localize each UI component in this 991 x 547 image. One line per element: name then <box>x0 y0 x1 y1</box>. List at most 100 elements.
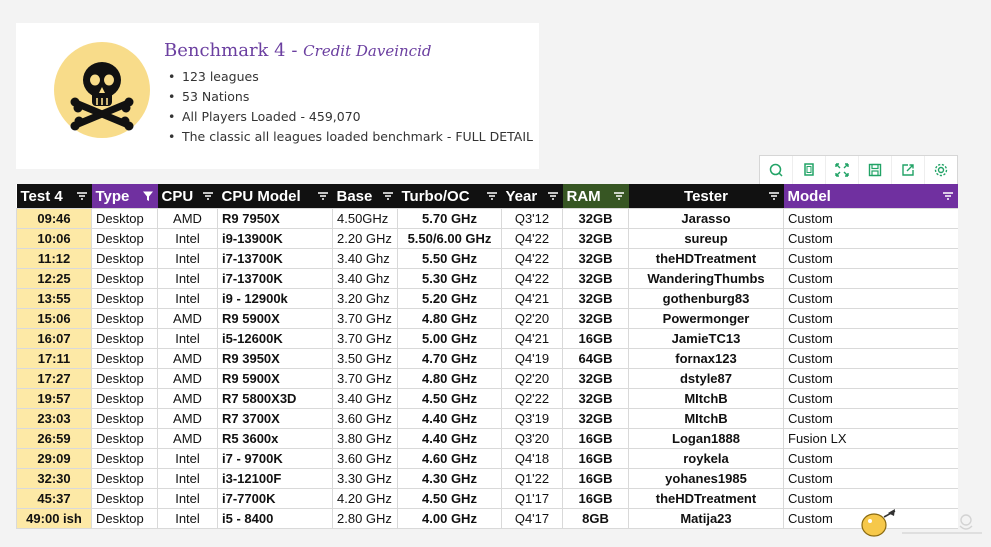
cell-time[interactable]: 17:27 <box>16 368 92 389</box>
cell-year[interactable]: Q4'22 <box>501 228 563 249</box>
cell-type[interactable]: Desktop <box>91 248 158 269</box>
cell-ram[interactable]: 16GB <box>562 448 629 469</box>
cell-tester[interactable]: theHDTreatment <box>628 248 784 269</box>
cell-type[interactable]: Desktop <box>91 468 158 489</box>
cell-turbo-oc[interactable]: 4.00 GHz <box>397 508 502 529</box>
header-ram[interactable]: RAM <box>562 184 629 209</box>
cell-year[interactable]: Q4'21 <box>501 288 563 309</box>
cell-cpu[interactable]: AMD <box>157 208 218 229</box>
share-button[interactable] <box>892 156 925 184</box>
table-row[interactable]: 23:03 Desktop AMD R7 3700X 3.60 GHz 4.40 GHz Q… <box>16 408 958 429</box>
cell-base[interactable]: 3.70 GHz <box>332 308 398 329</box>
cell-model[interactable]: Custom <box>783 348 958 369</box>
cell-tester[interactable]: Jarasso <box>628 208 784 229</box>
table-row[interactable]: 15:06 Desktop AMD R9 5900X 3.70 GHz 4.80 GHz Q… <box>16 308 958 329</box>
cell-cpu[interactable]: Intel <box>157 328 218 349</box>
cell-cpu-model[interactable]: R5 3600x <box>217 428 333 449</box>
table-row[interactable]: 17:11 Desktop AMD R9 3950X 3.50 GHz 4.70 GHz Q… <box>16 348 958 369</box>
cell-type[interactable]: Desktop <box>91 388 158 409</box>
cell-turbo-oc[interactable]: 4.50 GHz <box>397 488 502 509</box>
cell-year[interactable]: Q2'20 <box>501 368 563 389</box>
cell-model[interactable]: Custom <box>783 388 958 409</box>
cell-year[interactable]: Q4'22 <box>501 248 563 269</box>
cell-base[interactable]: 3.70 GHz <box>332 368 398 389</box>
cell-ram[interactable]: 32GB <box>562 408 629 429</box>
settings-button[interactable] <box>925 156 957 184</box>
table-row[interactable]: 26:59 Desktop AMD R5 3600x 3.80 GHz 4.40 GHz Q… <box>16 428 958 449</box>
cell-tester[interactable]: MItchB <box>628 388 784 409</box>
cell-cpu-model[interactable]: R7 5800X3D <box>217 388 333 409</box>
cell-ram[interactable]: 16GB <box>562 428 629 449</box>
cell-type[interactable]: Desktop <box>91 448 158 469</box>
cell-turbo-oc[interactable]: 5.50/6.00 GHz <box>397 228 502 249</box>
cell-turbo-oc[interactable]: 5.30 GHz <box>397 268 502 289</box>
cell-cpu-model[interactable]: i7-7700K <box>217 488 333 509</box>
filter-dropdown-icon[interactable] <box>613 190 625 202</box>
cell-cpu-model[interactable]: R9 5900X <box>217 368 333 389</box>
cell-turbo-oc[interactable]: 5.50 GHz <box>397 248 502 269</box>
cell-base[interactable]: 3.20 Ghz <box>332 288 398 309</box>
table-row[interactable]: 10:06 Desktop Intel i9-13900K 2.20 GHz 5.50/6… <box>16 228 958 249</box>
cell-cpu-model[interactable]: R9 3950X <box>217 348 333 369</box>
cell-time[interactable]: 11:12 <box>16 248 92 269</box>
cell-model[interactable]: Custom <box>783 368 958 389</box>
cell-time[interactable]: 12:25 <box>16 268 92 289</box>
cell-cpu-model[interactable]: i9 - 12900k <box>217 288 333 309</box>
table-row[interactable]: 45:37 Desktop Intel i7-7700K 4.20 GHz 4.50 GH… <box>16 488 958 509</box>
cell-year[interactable]: Q1'17 <box>501 488 563 509</box>
header-turbo-oc[interactable]: Turbo/OC <box>397 184 502 209</box>
filter-dropdown-icon[interactable] <box>202 190 214 202</box>
cell-turbo-oc[interactable]: 4.30 GHz <box>397 468 502 489</box>
cell-model[interactable]: Custom <box>783 308 958 329</box>
cell-type[interactable]: Desktop <box>91 288 158 309</box>
cell-ram[interactable]: 32GB <box>562 228 629 249</box>
cell-tester[interactable]: sureup <box>628 228 784 249</box>
header-tester[interactable]: Tester <box>628 184 784 209</box>
cell-type[interactable]: Desktop <box>91 268 158 289</box>
table-row[interactable]: 11:12 Desktop Intel i7-13700K 3.40 Ghz 5.50 G… <box>16 248 958 269</box>
cell-year[interactable]: Q4'21 <box>501 328 563 349</box>
cell-tester[interactable]: fornax123 <box>628 348 784 369</box>
cell-base[interactable]: 3.60 GHz <box>332 448 398 469</box>
cell-turbo-oc[interactable]: 4.40 GHz <box>397 428 502 449</box>
cell-ram[interactable]: 8GB <box>562 508 629 529</box>
expand-button[interactable] <box>826 156 859 184</box>
cell-base[interactable]: 3.40 GHz <box>332 388 398 409</box>
cell-model[interactable]: Custom <box>783 208 958 229</box>
cell-year[interactable]: Q4'17 <box>501 508 563 529</box>
header-type[interactable]: Type <box>91 184 158 209</box>
cell-time[interactable]: 16:07 <box>16 328 92 349</box>
cell-cpu[interactable]: Intel <box>157 268 218 289</box>
cell-ram[interactable]: 32GB <box>562 288 629 309</box>
cell-type[interactable]: Desktop <box>91 368 158 389</box>
cell-model[interactable]: Custom <box>783 228 958 249</box>
cell-tester[interactable]: dstyle87 <box>628 368 784 389</box>
cell-model[interactable]: Custom <box>783 408 958 429</box>
cell-year[interactable]: Q4'22 <box>501 268 563 289</box>
header-test4[interactable]: Test 4 <box>16 184 92 209</box>
cell-cpu-model[interactable]: i3-12100F <box>217 468 333 489</box>
cell-turbo-oc[interactable]: 4.80 GHz <box>397 368 502 389</box>
cell-base[interactable]: 3.40 Ghz <box>332 248 398 269</box>
cell-base[interactable]: 4.50GHz <box>332 208 398 229</box>
cell-base[interactable]: 3.70 GHz <box>332 328 398 349</box>
cell-cpu[interactable]: Intel <box>157 508 218 529</box>
header-year[interactable]: Year <box>501 184 563 209</box>
cell-year[interactable]: Q2'22 <box>501 388 563 409</box>
cell-ram[interactable]: 16GB <box>562 468 629 489</box>
cell-year[interactable]: Q4'19 <box>501 348 563 369</box>
cell-ram[interactable]: 32GB <box>562 388 629 409</box>
cell-type[interactable]: Desktop <box>91 508 158 529</box>
cell-time[interactable]: 23:03 <box>16 408 92 429</box>
cell-type[interactable]: Desktop <box>91 228 158 249</box>
cell-model[interactable]: Fusion LX <box>783 428 958 449</box>
table-row[interactable]: 13:55 Desktop Intel i9 - 12900k 3.20 Ghz 5.20… <box>16 288 958 309</box>
filter-dropdown-icon[interactable] <box>486 190 498 202</box>
cell-type[interactable]: Desktop <box>91 328 158 349</box>
cell-ram[interactable]: 32GB <box>562 368 629 389</box>
cell-cpu-model[interactable]: i5-12600K <box>217 328 333 349</box>
cell-type[interactable]: Desktop <box>91 348 158 369</box>
cell-cpu-model[interactable]: i7-13700K <box>217 248 333 269</box>
filter-dropdown-icon[interactable] <box>382 190 394 202</box>
cell-model[interactable]: Custom <box>783 248 958 269</box>
